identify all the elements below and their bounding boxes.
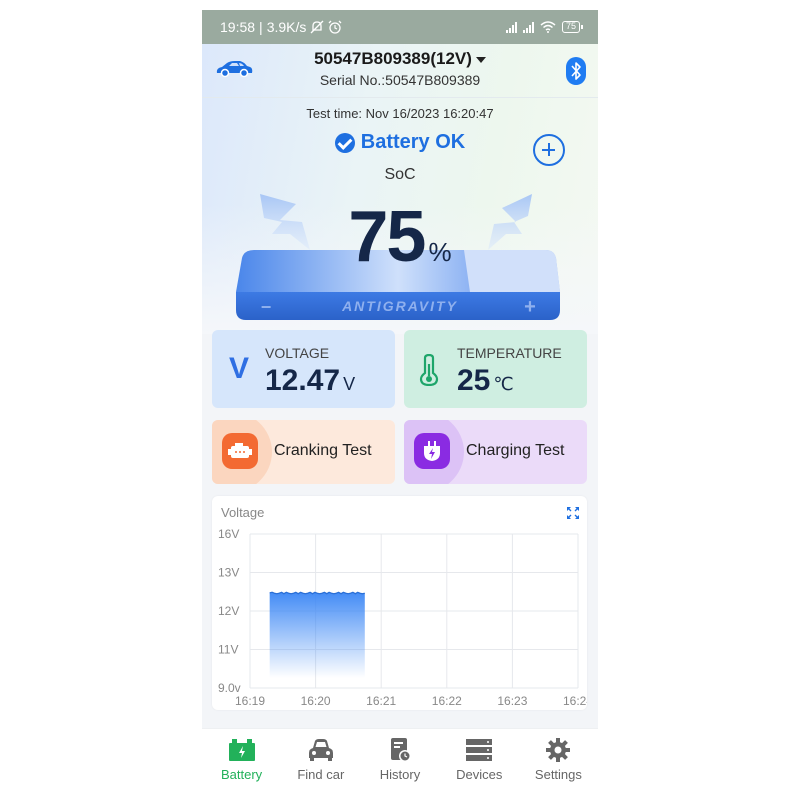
battery-minus: − [261, 297, 272, 317]
app-header: 50547B809389(12V) Serial No.:50547B80938… [202, 44, 598, 98]
voltage-unit: V [343, 374, 356, 394]
tab-history[interactable]: History [360, 729, 439, 790]
voltage-value: 12.47 V [265, 364, 355, 398]
temperature-unit: ℃ [493, 374, 514, 394]
charger-icon [414, 433, 450, 469]
device-name: 50547B809389(12V) [314, 49, 472, 68]
charging-test-label: Charging Test [466, 442, 565, 459]
y-tick-label: 9.0v [218, 681, 241, 695]
chevron-down-icon [475, 56, 486, 63]
tab-history-label: History [379, 767, 421, 782]
battery-plus: + [524, 296, 536, 318]
temperature-card: TEMPERATURE 25 ℃ [404, 330, 587, 408]
voltage-icon: V [229, 352, 250, 385]
series-area [269, 592, 365, 678]
charging-test-button[interactable]: Charging Test [404, 420, 587, 484]
wifi-icon [540, 21, 556, 33]
check-circle-icon [334, 132, 355, 153]
chart-title: Voltage [221, 505, 265, 520]
y-tick-label: 12V [218, 604, 239, 618]
status-time: 19:58 [220, 19, 256, 35]
soc-unit: % [428, 237, 452, 267]
bluetooth-icon [571, 62, 581, 80]
series-line [269, 591, 365, 595]
voltage-label: VOLTAGE [265, 345, 330, 361]
y-tick-label: 16V [218, 527, 239, 541]
tab-devices[interactable]: Devices [440, 729, 519, 790]
status-bar: 19:58 | 3.9K/s 75 [202, 10, 598, 44]
devices-icon [465, 737, 493, 763]
y-tick-label: 13V [218, 566, 239, 580]
phone-screen: 19:58 | 3.9K/s 75 50547B809389(12V) Seri… [202, 10, 598, 790]
tab-settings[interactable]: Settings [519, 729, 598, 790]
battery-brand: ANTIGRAVITY [341, 298, 458, 314]
temperature-number: 25 [457, 364, 491, 397]
temperature-label: TEMPERATURE [457, 345, 562, 361]
cranking-test-label: Cranking Test [274, 442, 372, 459]
battery-summary: 50547B809389(12V) Serial No.:50547B80938… [202, 44, 598, 334]
battery-status-label: Battery OK [360, 131, 466, 153]
temperature-value: 25 ℃ [457, 364, 514, 398]
test-time: Test time: Nov 16/2023 16:20:47 [306, 106, 494, 121]
y-tick-label: 11V [218, 643, 238, 657]
device-selector[interactable]: 50547B809389(12V) [202, 49, 598, 69]
engine-icon [222, 433, 258, 469]
status-divider: | [259, 19, 263, 35]
tab-battery[interactable]: Battery [202, 729, 281, 790]
bottom-tab-bar: Battery Find car History Devices Setting… [202, 728, 598, 790]
soc-label: SoC [384, 166, 416, 183]
x-tick-label: 16:24 [563, 694, 587, 708]
history-icon [386, 737, 414, 763]
cranking-test-button[interactable]: Cranking Test [212, 420, 395, 484]
x-tick-label: 16:21 [366, 694, 396, 708]
signal-icon [522, 21, 534, 33]
thermometer-icon [419, 354, 439, 386]
gear-icon [544, 737, 572, 763]
x-tick-label: 16:22 [432, 694, 462, 708]
voltage-number: 12.47 [265, 364, 341, 397]
tab-settings-label: Settings [534, 767, 582, 782]
mute-icon [310, 20, 324, 34]
alarm-icon [328, 20, 342, 34]
car-front-icon [307, 737, 335, 763]
x-tick-label: 16:19 [235, 694, 265, 708]
x-tick-label: 16:20 [301, 694, 331, 708]
expand-icon[interactable] [566, 506, 580, 520]
battery-icon [228, 737, 256, 763]
soc-number: 75 [348, 197, 426, 277]
x-tick-label: 16:23 [497, 694, 527, 708]
serial-number: Serial No.:50547B809389 [319, 72, 481, 88]
soc-value: 75% [202, 196, 598, 278]
tab-find-car[interactable]: Find car [281, 729, 360, 790]
tab-battery-label: Battery [221, 767, 263, 782]
bluetooth-button[interactable] [566, 57, 586, 85]
voltage-chart: Voltage 16V 13V 12V 11V 9.0v 16:19 16:20 16:21… [212, 496, 587, 710]
chart-plot: 16V 13V 12V 11V 9.0v 16:19 16:20 16:21 16:22 16:… [218, 527, 587, 708]
signal-icon [505, 21, 517, 33]
tab-find-car-label: Find car [297, 767, 345, 782]
status-net-speed: 3.9K/s [266, 19, 307, 35]
add-button[interactable] [533, 134, 565, 166]
battery-icon: 75 [561, 21, 584, 33]
voltage-card: V VOLTAGE 12.47 V [212, 330, 395, 408]
tab-devices-label: Devices [456, 767, 503, 782]
